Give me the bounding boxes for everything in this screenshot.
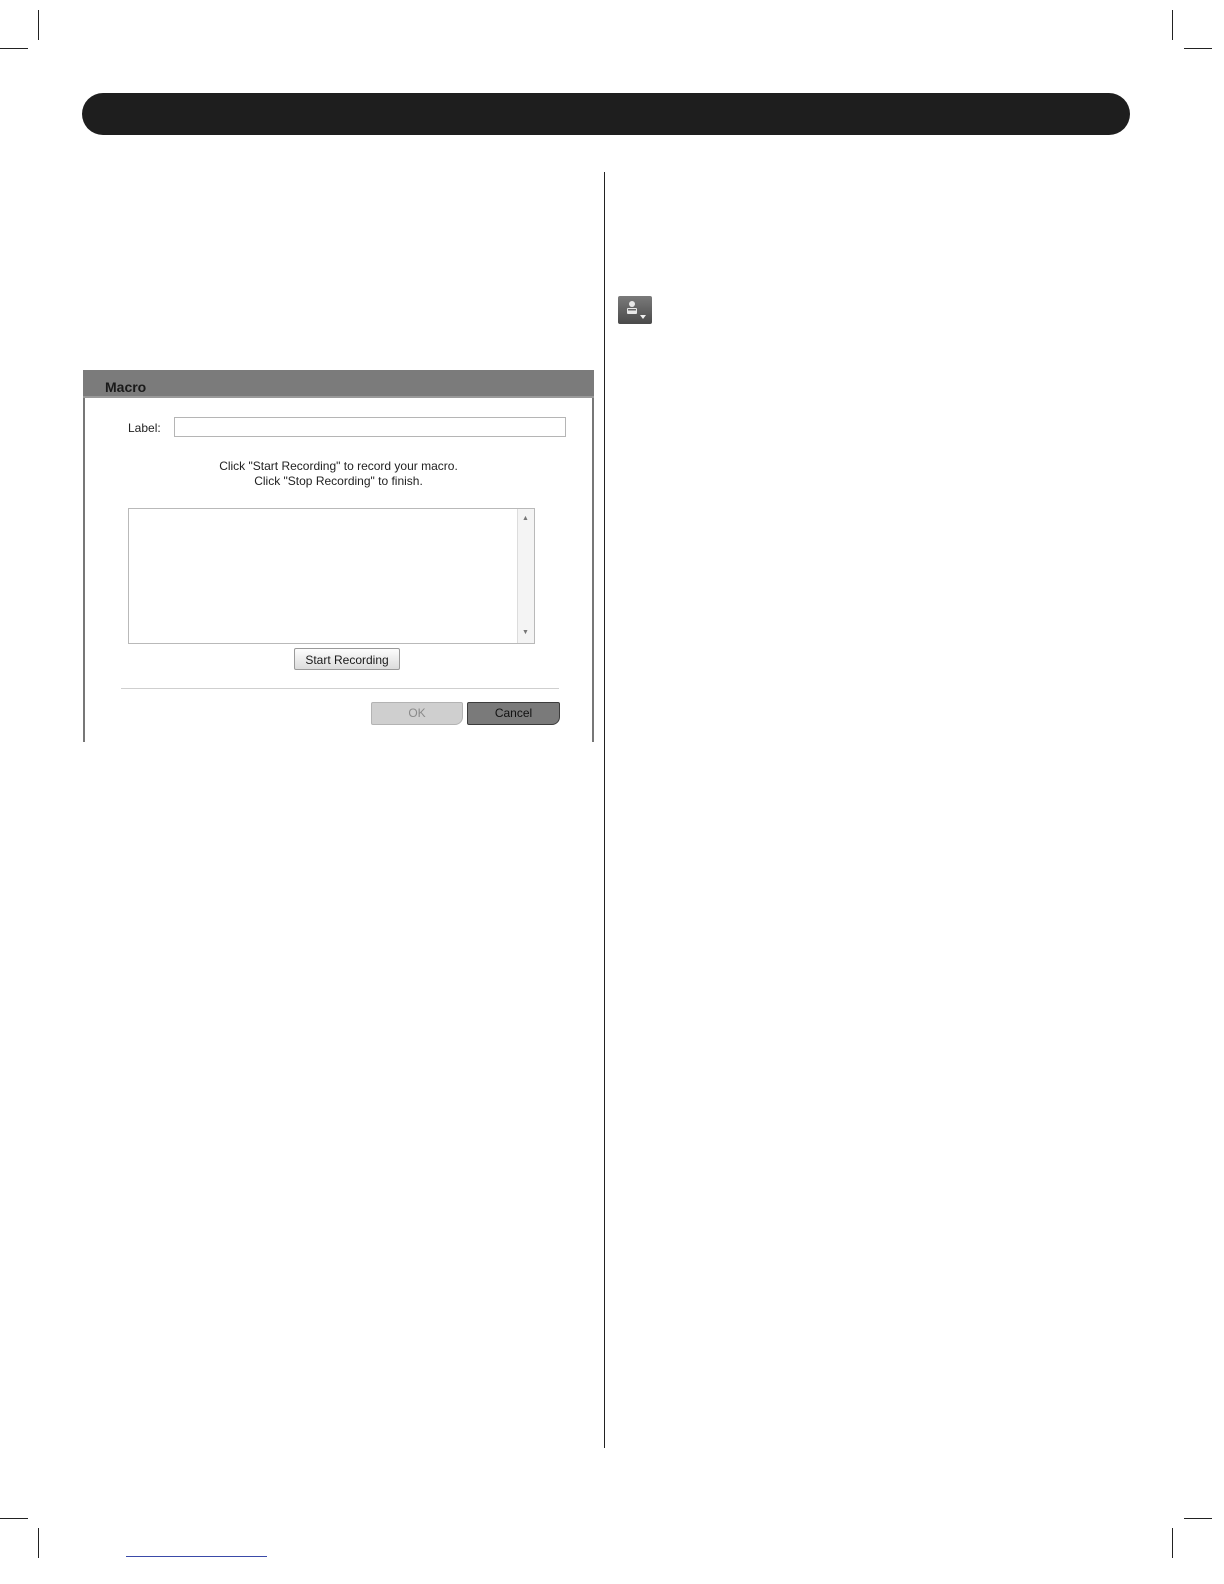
macro-label-input[interactable] [174, 417, 566, 437]
footer-link-underline[interactable] [126, 1556, 267, 1557]
crop-mark [1184, 48, 1212, 49]
macro-toolbar-button[interactable] [618, 296, 652, 324]
recording-instructions: Click "Start Recording" to record your m… [85, 459, 592, 489]
ok-button[interactable]: OK [371, 702, 463, 725]
instruction-line-1: Click "Start Recording" to record your m… [219, 459, 458, 473]
macro-keyboard-icon [627, 301, 646, 319]
crop-mark [1184, 1518, 1212, 1519]
dialog-titlebar: Macro [83, 370, 594, 398]
crop-mark [38, 1528, 39, 1558]
cancel-button[interactable]: Cancel [467, 702, 560, 725]
section-header-bar [82, 93, 1130, 135]
macro-recording-area[interactable]: ▲ ▼ [128, 508, 535, 644]
vertical-scrollbar[interactable]: ▲ ▼ [517, 509, 534, 643]
crop-mark [0, 1518, 28, 1519]
macro-dialog: Macro Label: Click "Start Recording" to … [83, 370, 594, 742]
crop-mark [1172, 1528, 1173, 1558]
start-recording-button[interactable]: Start Recording [294, 648, 400, 670]
scroll-down-arrow-icon[interactable]: ▼ [522, 629, 529, 637]
scroll-up-arrow-icon[interactable]: ▲ [522, 515, 529, 523]
column-divider [604, 172, 605, 1448]
crop-mark [38, 10, 39, 40]
instruction-line-2: Click "Stop Recording" to finish. [254, 474, 423, 488]
crop-mark [0, 48, 28, 49]
dialog-title: Macro [105, 379, 147, 395]
label-caption: Label: [128, 421, 161, 435]
crop-mark [1172, 10, 1173, 40]
dialog-separator [121, 688, 559, 689]
